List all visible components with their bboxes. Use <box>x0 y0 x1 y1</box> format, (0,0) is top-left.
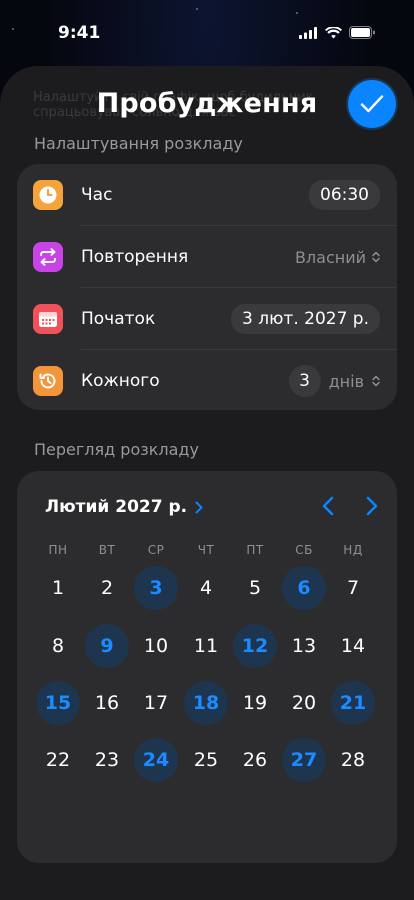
month-title: Лютий 2027 р. <box>45 497 188 517</box>
clock-icon <box>33 180 63 210</box>
checkmark-icon <box>360 95 384 113</box>
calendar-day[interactable]: 26 <box>233 738 277 782</box>
calendar-day-selected[interactable]: 9 <box>85 624 129 668</box>
every-unit: днів <box>328 371 364 391</box>
calendar-day[interactable]: 17 <box>134 681 178 725</box>
every-row[interactable]: Кожного 3 днів <box>17 350 397 412</box>
done-button[interactable] <box>348 80 396 128</box>
weekday-label: ВТ <box>98 543 116 557</box>
weekday-label: НД <box>343 543 363 557</box>
repeat-row[interactable]: Повторення Власний <box>17 226 397 288</box>
calendar-day[interactable]: 25 <box>184 738 228 782</box>
settings-card: Час 06:30 Повторення Власний Початок 3 л… <box>17 164 397 410</box>
calendar-day[interactable]: 20 <box>282 681 326 725</box>
calendar-day-selected[interactable]: 21 <box>331 681 375 725</box>
chevron-up-down-icon <box>372 375 380 387</box>
calendar-day[interactable]: 16 <box>85 681 129 725</box>
schedule-settings-header: Налаштування розкладу <box>34 134 243 153</box>
schedule-preview-header: Перегляд розкладу <box>34 440 199 459</box>
every-select[interactable]: 3 днів <box>288 365 380 397</box>
next-month-button[interactable] <box>365 495 379 517</box>
start-row[interactable]: Початок 3 лют. 2027 р. <box>17 288 397 350</box>
calendar-day-selected[interactable]: 3 <box>134 566 178 610</box>
calendar-day[interactable]: 2 <box>85 566 129 610</box>
calendar-day[interactable]: 4 <box>184 566 228 610</box>
every-count[interactable]: 3 <box>288 365 321 397</box>
calendar-day[interactable]: 7 <box>331 566 375 610</box>
weekday-label: ПТ <box>246 543 264 557</box>
status-time: 9:41 <box>58 23 101 43</box>
calendar-day[interactable]: 11 <box>184 624 228 668</box>
calendar-day-selected[interactable]: 15 <box>36 681 80 725</box>
calendar-day-selected[interactable]: 18 <box>184 681 228 725</box>
month-navigation <box>321 495 379 517</box>
time-value-pill[interactable]: 06:30 <box>309 180 380 210</box>
calendar-day-selected[interactable]: 27 <box>282 738 326 782</box>
start-date-pill[interactable]: 3 лют. 2027 р. <box>231 304 380 334</box>
repeat-icon <box>33 242 63 272</box>
calendar-day[interactable]: 14 <box>331 624 375 668</box>
calendar-day[interactable]: 5 <box>233 566 277 610</box>
calendar-day-selected[interactable]: 24 <box>134 738 178 782</box>
calendar-day[interactable]: 8 <box>36 624 80 668</box>
repeat-value: Власний <box>294 247 366 267</box>
month-picker[interactable]: Лютий 2027 р. <box>45 497 203 517</box>
weekday-label: СБ <box>295 543 313 557</box>
repeat-select[interactable]: Власний <box>295 248 380 267</box>
calendar-day[interactable]: 23 <box>85 738 129 782</box>
weekday-label: СР <box>147 543 165 557</box>
chevron-right-icon <box>195 501 203 513</box>
battery-icon <box>349 26 375 39</box>
calendar-day[interactable]: 19 <box>233 681 277 725</box>
chevron-up-down-icon <box>372 251 380 263</box>
calendar-day[interactable]: 10 <box>134 624 178 668</box>
signal-icon <box>299 26 317 39</box>
every-label: Кожного <box>81 371 160 391</box>
calendar-day-selected[interactable]: 12 <box>233 624 277 668</box>
calendar-card: Лютий 2027 р. ПН ВТ СР ЧТ ПТ СБ НД 1 2 3 4 5 6 7 8 9 10 1… <box>17 471 397 863</box>
wake-up-sheet: Налаштуйте свій графік, щоб будильник сп… <box>0 66 414 900</box>
calendar-icon <box>33 304 63 334</box>
calendar-day[interactable]: 22 <box>36 738 80 782</box>
calendar-day[interactable]: 28 <box>331 738 375 782</box>
history-icon <box>33 366 63 396</box>
calendar-day[interactable]: 13 <box>282 624 326 668</box>
time-row[interactable]: Час 06:30 <box>17 164 397 226</box>
repeat-label: Повторення <box>81 247 189 267</box>
wifi-icon <box>325 26 342 38</box>
weekday-label: ЧТ <box>197 543 215 557</box>
previous-month-button[interactable] <box>321 495 335 517</box>
time-label: Час <box>81 185 113 205</box>
status-icons <box>299 26 376 39</box>
calendar-day[interactable]: 1 <box>36 566 80 610</box>
weekday-label: ПН <box>48 543 68 557</box>
start-label: Початок <box>81 309 156 329</box>
status-bar: 9:41 <box>0 0 414 66</box>
calendar-day-selected[interactable]: 6 <box>282 566 326 610</box>
